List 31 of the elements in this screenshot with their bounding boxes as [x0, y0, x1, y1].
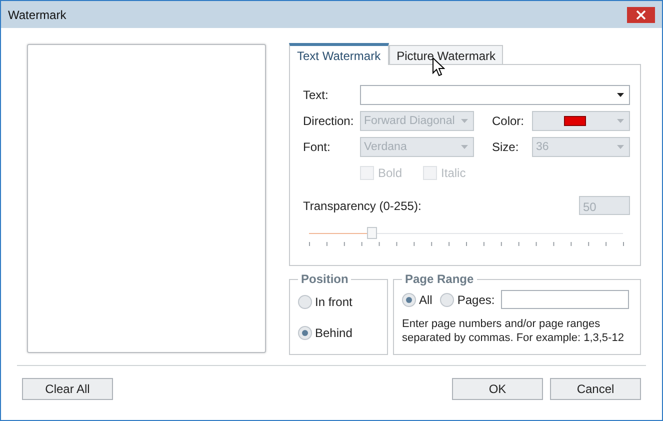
field-label: Font: [303, 140, 332, 154]
button[interactable]: Clear All [22, 378, 113, 400]
group-title: Page Range [404, 272, 475, 286]
tab[interactable]: Picture Watermark [388, 45, 504, 65]
close-icon [636, 10, 646, 20]
field-label: Size: [492, 140, 520, 154]
caret-icon [617, 93, 624, 97]
group-title: Position [300, 272, 350, 286]
button[interactable]: OK [452, 378, 543, 400]
hint-text: Enter page numbers and/or page ranges separated by commas. For example: 1,3,5-12 [402, 317, 625, 345]
field-label: Transparency (0-255): [303, 198, 422, 212]
caret-icon [617, 119, 624, 123]
radio-button[interactable]: All [402, 292, 432, 308]
field-label: Text: [303, 88, 330, 102]
close-button[interactable] [627, 6, 655, 22]
field-label: Direction: [303, 114, 355, 128]
input-field[interactable] [500, 290, 629, 309]
caret-icon [617, 145, 624, 149]
dropdown-value: Forward Diagonal [364, 115, 455, 127]
caret-icon [461, 145, 468, 149]
radio-button[interactable]: Pages: [440, 292, 495, 308]
dropdown-value: Verdana [364, 141, 407, 153]
button[interactable]: Cancel [550, 378, 641, 400]
tab[interactable]: Text Watermark [289, 43, 389, 65]
caret-icon [461, 119, 468, 123]
field-label: Color: [492, 114, 526, 128]
dropdown-value: 36 [536, 141, 549, 153]
radio-button[interactable]: In front [298, 294, 381, 310]
radio-button[interactable]: Behind [298, 325, 381, 341]
window-title: Watermark [8, 8, 66, 22]
text-dropdown[interactable] [360, 85, 630, 105]
